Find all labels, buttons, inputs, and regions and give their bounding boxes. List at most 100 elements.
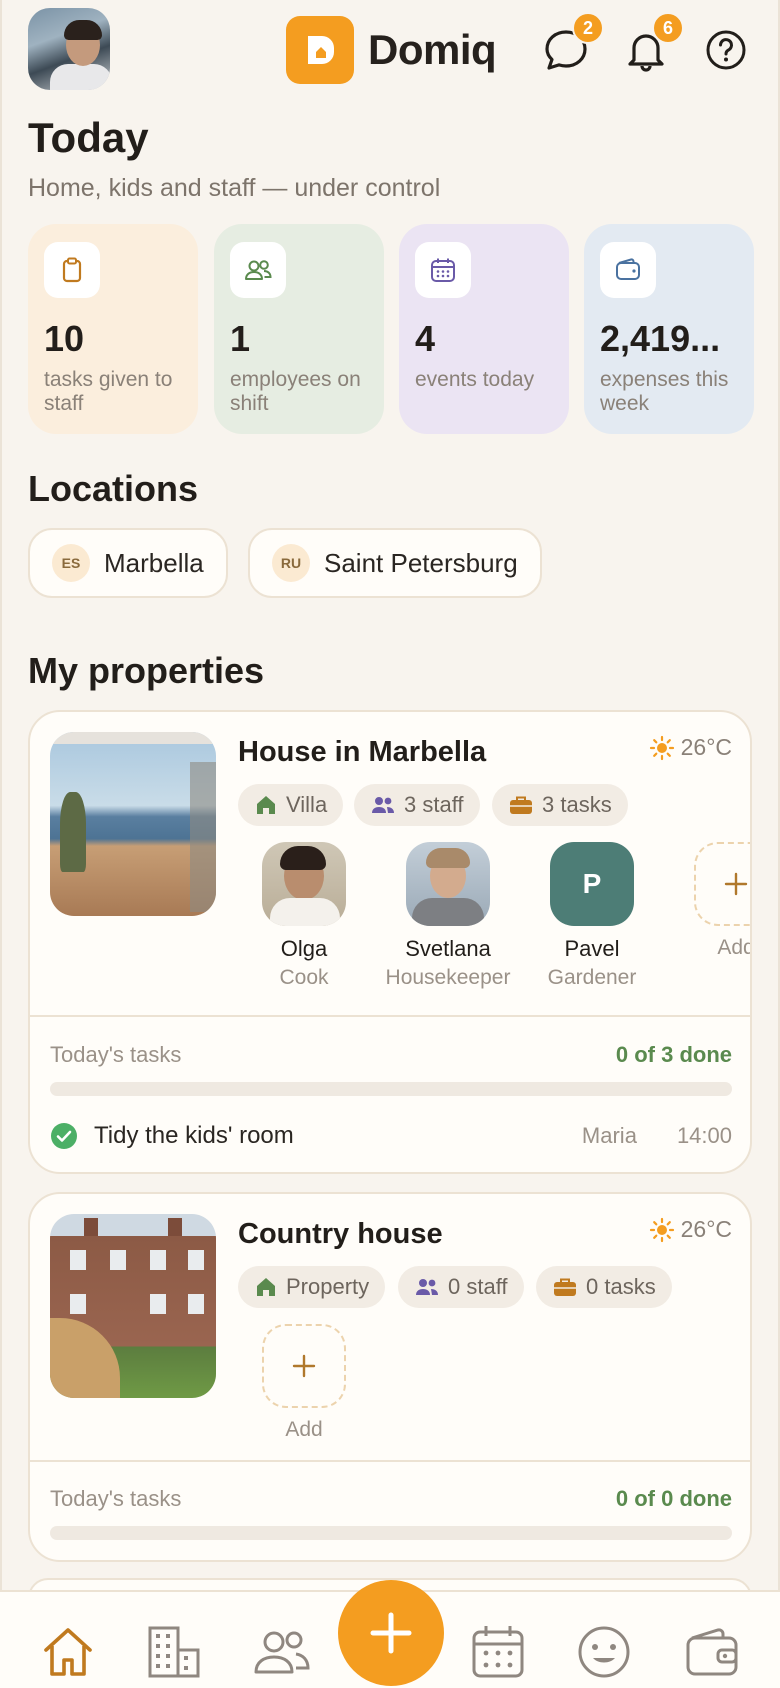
people-icon [416,1279,438,1295]
tasks-count: 0 tasks [586,1274,656,1299]
task-time: 14:00 [676,1123,732,1148]
help-button[interactable] [702,26,750,74]
user-avatar[interactable] [28,8,110,90]
staff-photo [406,842,490,926]
task-assignee: Maria [581,1123,637,1148]
temperature: 26°C [680,1216,732,1242]
staff-role: Cook [279,966,329,989]
location-name: Marbella [104,547,204,578]
staff-icon [254,1631,310,1674]
clipboard-icon [44,242,100,298]
country-code: ES [52,544,90,582]
add-staff-button[interactable]: Add [234,1324,374,1442]
nav-staff[interactable] [252,1622,312,1682]
staff-name: Olga [280,936,328,961]
property-photo [50,732,216,916]
check-circle-icon[interactable] [50,1122,78,1150]
staff-initial: P [582,868,602,899]
temperature: 26°C [680,734,732,760]
stat-card-tasks[interactable]: 10 tasks given to staff [28,224,198,434]
stat-value: 4 [415,318,436,359]
stat-card-expenses[interactable]: 2,419... expenses this week [584,224,754,434]
staff-count-pill: 0 staff [398,1266,524,1308]
plus-icon [694,842,750,926]
page-subtitle: Home, kids and staff — under control [28,174,441,202]
stat-value: 1 [230,318,251,359]
tasks-title: Today's tasks [50,1042,182,1067]
add-icon [370,1612,412,1654]
home-icon [44,1628,92,1676]
weather: 26°C [649,1216,732,1243]
staff-role: Gardener [547,966,637,989]
location-chip-saint-petersburg[interactable]: RU Saint Petersburg [248,528,542,598]
app-logo-icon [286,16,354,84]
staff-count: 3 staff [404,792,464,817]
add-label: Add [285,1418,323,1441]
app-name: Domiq [368,26,497,73]
briefcase-icon [554,1278,576,1296]
stat-card-events[interactable]: 4 events today [399,224,569,434]
location-chip-marbella[interactable]: ES Marbella [28,528,228,598]
add-staff-button[interactable]: Add [666,842,752,960]
staff-count: 0 staff [448,1274,508,1299]
sun-icon [649,1217,674,1242]
tasks-progress-bar [50,1526,732,1540]
page-title: Today [28,114,149,161]
staff-count-pill: 3 staff [354,784,480,826]
tasks-count-pill: 0 tasks [536,1266,672,1308]
property-type: Property [286,1274,370,1299]
staff-role: Housekeeper [385,966,511,989]
tasks-count: 3 tasks [542,792,612,817]
stat-label: employees on shift [230,368,361,415]
stat-label: tasks given to staff [44,368,173,415]
tasks-done-count: 0 of 0 done [615,1486,732,1511]
property-name: Country house [238,1218,443,1250]
divider [30,1015,750,1017]
nav-properties[interactable] [144,1622,204,1682]
staff-member-olga[interactable]: Olga Cook [234,842,374,990]
task-title: Tidy the kids' room [94,1122,294,1149]
plus-icon [262,1324,346,1408]
property-photo [50,1214,216,1398]
tasks-progress-bar [50,1082,732,1096]
people-icon [230,242,286,298]
staff-photo [262,842,346,926]
wallet-icon [686,1628,738,1676]
nav-kids[interactable] [574,1622,634,1682]
buildings-icon [148,1626,200,1678]
staff-name: Pavel [564,936,620,961]
briefcase-icon [510,796,532,814]
property-type: Villa [286,792,328,817]
calendar-icon [415,242,471,298]
wallet-icon [600,242,656,298]
stat-label: events today [415,368,535,391]
task-row[interactable]: Tidy the kids' room Maria 14:00 [50,1122,732,1150]
stat-card-employees[interactable]: 1 employees on shift [214,224,384,434]
staff-member-svetlana[interactable]: Svetlana Housekeeper [378,842,518,990]
add-button[interactable] [338,1580,444,1686]
stat-label: expenses this week [600,368,729,415]
property-card-country-house[interactable]: Country house 26°C Property 0 staff 0 ta… [28,1192,752,1562]
calendar-icon [472,1626,524,1678]
tasks-done-count: 0 of 3 done [615,1042,732,1067]
kids-icon [578,1626,630,1678]
messages-badge: 2 [572,12,604,44]
stat-value: 2,419... [600,318,721,359]
weather: 26°C [649,734,732,761]
property-card-marbella[interactable]: House in Marbella 26°C Villa 3 staff 3 t… [28,710,752,1174]
notifications-badge: 6 [652,12,684,44]
properties-title: My properties [28,650,265,691]
people-icon [372,797,394,813]
nav-home[interactable] [38,1622,98,1682]
home-icon [257,1278,275,1296]
staff-initial-avatar: P [550,842,634,926]
staff-member-pavel[interactable]: P Pavel Gardener [522,842,662,990]
tasks-count-pill: 3 tasks [492,784,628,826]
country-code: RU [272,544,310,582]
add-label: Add [717,936,752,959]
sun-icon [649,735,674,760]
nav-calendar[interactable] [468,1622,528,1682]
property-type-pill: Property [238,1266,386,1308]
stat-value: 10 [44,318,85,359]
nav-expenses[interactable] [682,1622,742,1682]
